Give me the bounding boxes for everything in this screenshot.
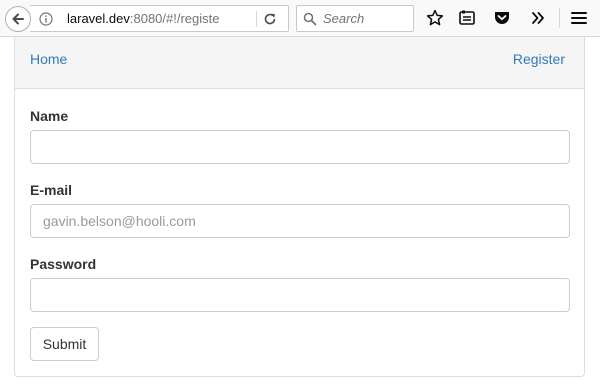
email-field[interactable] bbox=[30, 204, 570, 238]
panel-heading: Home Register bbox=[15, 37, 584, 89]
url-path: :8080/#!/registe bbox=[129, 11, 220, 26]
email-label: E-mail bbox=[30, 182, 73, 198]
url-host: laravel.dev bbox=[67, 11, 130, 26]
url-bar[interactable]: laravel.dev:8080/#!/registe bbox=[30, 5, 289, 32]
bookmark-star-icon[interactable] bbox=[426, 9, 444, 32]
info-icon[interactable] bbox=[39, 12, 53, 31]
reload-icon[interactable] bbox=[263, 12, 277, 31]
register-panel: Home Register Name E-mail Password Submi… bbox=[14, 37, 585, 377]
nav-register-link[interactable]: Register bbox=[513, 51, 565, 67]
hamburger-menu-icon[interactable] bbox=[570, 9, 588, 32]
reader-view-icon[interactable] bbox=[458, 9, 476, 32]
back-arrow-icon bbox=[12, 13, 24, 25]
search-placeholder: Search bbox=[323, 11, 365, 26]
search-bar[interactable]: Search bbox=[296, 5, 414, 32]
url-text[interactable]: laravel.dev:8080/#!/registe bbox=[67, 11, 253, 27]
submit-button[interactable]: Submit bbox=[30, 327, 99, 361]
toolbar-separator bbox=[559, 8, 560, 28]
url-divider bbox=[256, 11, 257, 27]
back-button[interactable] bbox=[5, 6, 31, 32]
nav-home-link[interactable]: Home bbox=[30, 51, 67, 67]
browser-toolbar: laravel.dev:8080/#!/registe Search bbox=[0, 0, 600, 37]
name-label: Name bbox=[30, 108, 69, 124]
pocket-icon[interactable] bbox=[493, 9, 511, 32]
name-field[interactable] bbox=[30, 130, 570, 164]
password-label: Password bbox=[30, 256, 97, 272]
search-icon bbox=[303, 12, 317, 31]
overflow-chevron-icon[interactable] bbox=[529, 9, 547, 32]
password-field[interactable] bbox=[30, 278, 570, 312]
